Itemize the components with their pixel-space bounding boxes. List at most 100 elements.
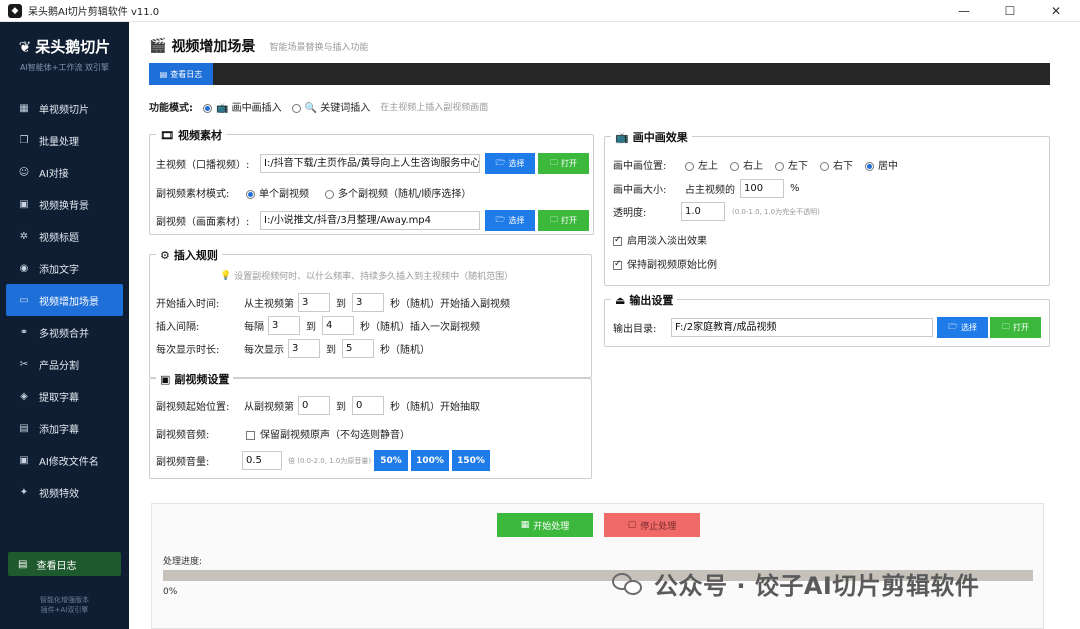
page-title: 视频增加场景 [171, 39, 256, 55]
pip-position-radio[interactable] [730, 161, 739, 171]
start-label: 开始处理 [533, 521, 570, 532]
pip-position-label-4: 居中 [878, 161, 898, 172]
tab-bar: ▤ 查看日志 [149, 63, 1050, 85]
main-video-choose-button[interactable]: 🗁 选择 [485, 153, 535, 174]
gear-icon: ✲ [19, 230, 29, 242]
sidebar-item-6[interactable]: ▭ 视频增加场景 [6, 284, 123, 316]
sparkle-icon: ✦ [19, 486, 29, 498]
pip-opacity-hint: (0.0-1.0, 1.0为完全不透明) [732, 207, 820, 216]
output-open-button[interactable]: 🗀 打开 [990, 317, 1041, 338]
material-option-multi-label: 多个副视频（随机/顺序选择） [338, 189, 472, 200]
sidebar-item-9[interactable]: ◈ 提取字幕 [0, 380, 129, 412]
fade-checkbox[interactable]: 启用淡入淡出效果 [613, 232, 707, 247]
output-choose-button[interactable]: 🗁 选择 [937, 317, 988, 338]
mode-option-keyword[interactable]: 🔍 关键词插入 [291, 99, 371, 114]
pip-position-radio[interactable] [685, 161, 694, 171]
sidebar-item-label: 视频增加场景 [39, 296, 99, 308]
sidebar-item-12[interactable]: ✦ 视频特效 [0, 476, 129, 508]
pip-position-radio[interactable] [820, 161, 829, 171]
ratio-checkbox[interactable]: 保持副视频原始比例 [613, 256, 717, 271]
brand-subtitle: AI智能体+工作流 双引擎 [19, 63, 110, 72]
view-log-button[interactable]: ▤ 查看日志 [8, 552, 121, 576]
keep-audio-checkbox[interactable]: 保留副视频原声（不勾选则静音） [246, 426, 410, 441]
pip-size-unit: % [790, 183, 800, 194]
start-process-button[interactable]: ▦ 开始处理 [497, 513, 593, 537]
output-dir-input[interactable]: F:/2家庭教育/成品视频 [671, 318, 933, 337]
stop-process-button[interactable]: ▢ 停止处理 [604, 513, 700, 537]
lightbulb-icon: 💡 [220, 270, 232, 281]
pip-size-input[interactable]: 100 [740, 179, 784, 198]
sub-video-label: 副视频（画面素材）: [156, 217, 250, 228]
mode-label: 功能模式: [149, 103, 193, 114]
pip-position-radio[interactable] [775, 161, 784, 171]
main-video-path-input[interactable]: I:/抖音下载/主页作品/黄导向上人生咨询服务中心/8 [260, 154, 480, 173]
tab-label: 查看日志 [170, 69, 203, 79]
folder-open-icon: 🗀 [550, 214, 558, 224]
duration-min-input[interactable]: 3 [288, 339, 320, 358]
sidebar-item-0[interactable]: ▦ 单视频切片 [0, 92, 129, 124]
footer-line-2: 插件+AI双引擎 [40, 606, 89, 614]
goose-logo-icon: ❦ [18, 37, 32, 56]
volume-input[interactable]: 0.5 [242, 451, 282, 470]
interval-min-input[interactable]: 3 [268, 316, 300, 335]
pip-position-radio[interactable] [865, 161, 874, 171]
mode-option-keyword-label: 关键词插入 [320, 103, 371, 114]
copy-icon: ❐ [19, 134, 29, 146]
pip-position-label-1: 右上 [743, 161, 763, 172]
sidebar-item-label: 视频特效 [39, 488, 79, 500]
sub-video-choose-button[interactable]: 🗁 选择 [485, 210, 535, 231]
maximize-button[interactable]: ☐ [987, 0, 1033, 22]
pip-position-option-4[interactable]: 居中 [865, 157, 898, 172]
duration-max-input[interactable]: 5 [342, 339, 374, 358]
radio-multi[interactable] [325, 189, 334, 199]
ratio-check[interactable] [613, 259, 622, 270]
pip-position-option-2[interactable]: 左下 [775, 157, 808, 172]
sidebar-item-8[interactable]: ✂ 产品分割 [0, 348, 129, 380]
sub-video-path-input[interactable]: I:/小说推文/抖音/3月整理/Away.mp4 [260, 211, 480, 230]
magnifier-icon: 🔍 [304, 103, 318, 114]
material-option-multi[interactable]: 多个副视频（随机/顺序选择） [325, 185, 471, 200]
start-min-input[interactable]: 3 [298, 293, 330, 312]
sidebar-item-label: 添加文字 [39, 264, 79, 276]
fade-label: 启用淡入淡出效果 [627, 236, 707, 247]
pip-position-option-0[interactable]: 左上 [685, 157, 718, 172]
keep-audio-check[interactable] [246, 430, 255, 440]
material-option-single[interactable]: 单个副视频 [246, 185, 309, 200]
close-button[interactable]: ✕ [1033, 0, 1079, 22]
pip-title: 画中画效果 [632, 131, 688, 144]
mode-option-pip[interactable]: 📺 画中画插入 [203, 99, 282, 114]
choose-label: 选择 [960, 323, 977, 332]
sub-start-max-input[interactable]: 0 [352, 396, 384, 415]
volume-150-button[interactable]: 150% [452, 450, 490, 471]
interval-max-input[interactable]: 4 [322, 316, 354, 335]
pip-position-label: 画中画位置: [613, 161, 667, 172]
scissors-icon: ✂ [19, 358, 29, 370]
sidebar-item-7[interactable]: ⚭ 多视频合并 [0, 316, 129, 348]
start-time-label: 开始插入时间: [156, 299, 220, 310]
sidebar-item-10[interactable]: ▤ 添加字幕 [0, 412, 129, 444]
volume-50-button[interactable]: 50% [374, 450, 408, 471]
sub-video-open-button[interactable]: 🗀 打开 [538, 210, 589, 231]
radio-single[interactable] [246, 189, 255, 199]
minimize-button[interactable]: — [941, 0, 987, 22]
radio-pip[interactable] [203, 103, 212, 113]
robot-icon: ☺ [18, 166, 30, 178]
sidebar-item-11[interactable]: ▣ AI修改文件名 [0, 444, 129, 476]
sidebar-item-3[interactable]: ▣ 视频换背景 [0, 188, 129, 220]
pip-position-option-1[interactable]: 右上 [730, 157, 763, 172]
radio-keyword[interactable] [291, 103, 301, 113]
pip-opacity-input[interactable]: 1.0 [681, 202, 725, 221]
sidebar-item-5[interactable]: ◉ 添加文字 [0, 252, 129, 284]
pip-position-option-3[interactable]: 右下 [820, 157, 853, 172]
sidebar-item-1[interactable]: ❐ 批量处理 [0, 124, 129, 156]
tab-view-log[interactable]: ▤ 查看日志 [149, 63, 213, 85]
main-video-open-button[interactable]: 🗀 打开 [538, 153, 589, 174]
volume-100-button[interactable]: 100% [411, 450, 449, 471]
sub-start-min-input[interactable]: 0 [298, 396, 330, 415]
start-max-input[interactable]: 3 [352, 293, 384, 312]
sidebar-item-4[interactable]: ✲ 视频标题 [0, 220, 129, 252]
sidebar: ❦ 呆头鹅切片 AI智能体+工作流 双引擎 ▦ 单视频切片 ❐ 批量处理 ☺ AI对接 ▣ 视频… [0, 22, 129, 629]
sidebar-item-2[interactable]: ☺ AI对接 [0, 156, 129, 188]
link-icon: ⚭ [19, 326, 29, 338]
fade-check[interactable] [613, 235, 622, 246]
